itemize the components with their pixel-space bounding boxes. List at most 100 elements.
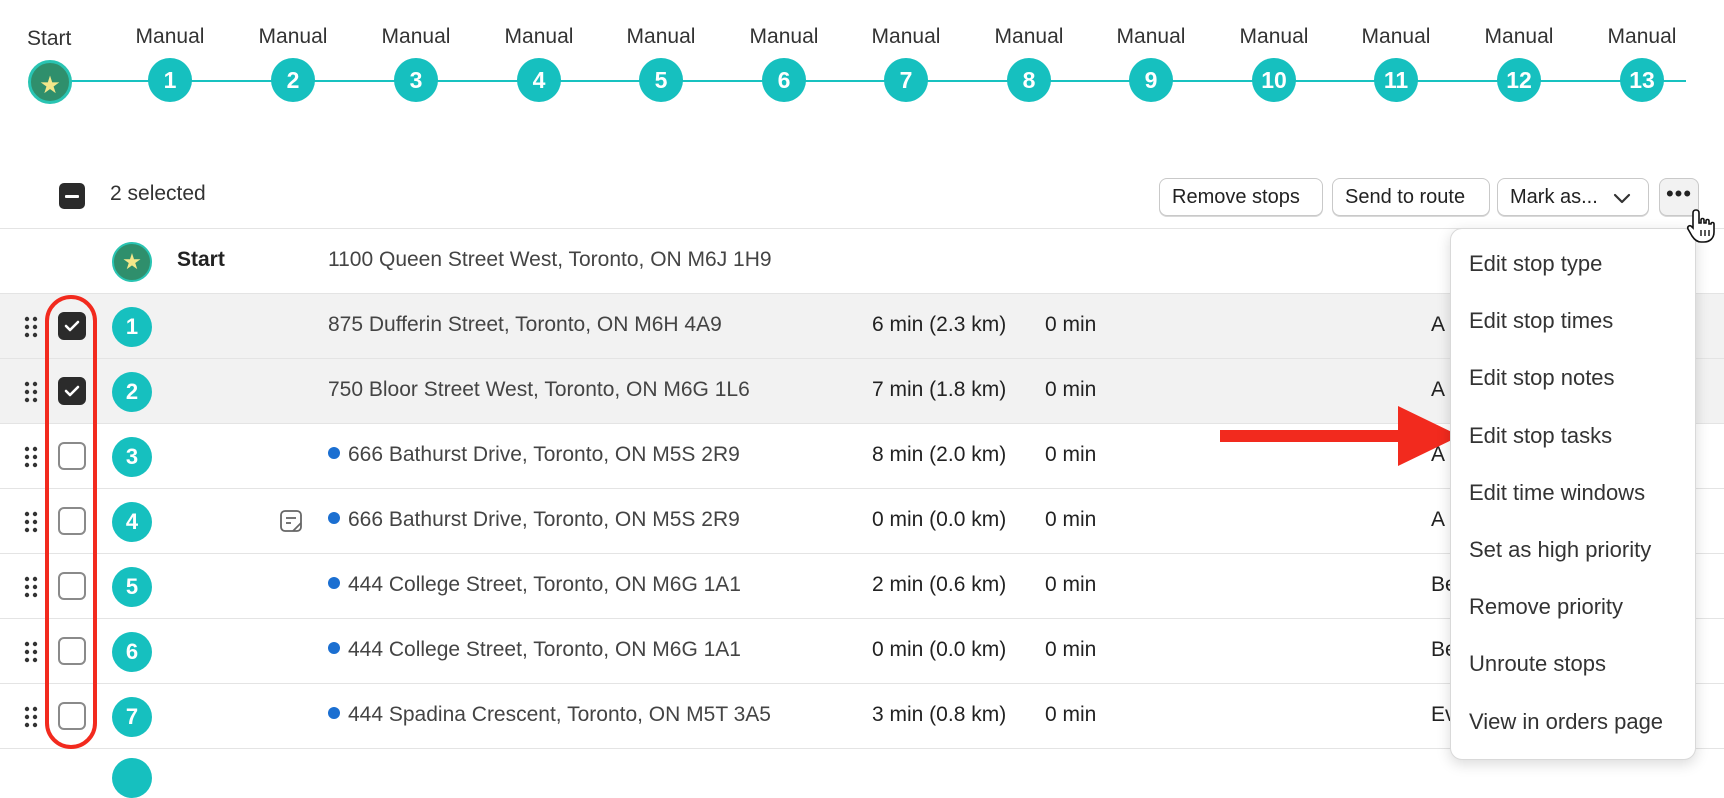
stop-dwell-time: 0 min [1045,313,1097,336]
stop-number-badge: 1 [112,307,152,347]
selected-count: 2 selected [110,182,206,205]
stop-number-badge: 5 [112,567,152,607]
timeline-route-9[interactable]: Manual 9 [1101,22,1201,102]
hand-cursor-icon [1686,209,1715,243]
stop-number-badge: 4 [112,502,152,542]
stop-number-badge: 3 [112,437,152,477]
timeline-route-1[interactable]: Manual 1 [120,22,220,102]
timeline-route-4[interactable]: Manual 4 [489,22,589,102]
annotation-arrow-icon [1220,406,1460,466]
stop-address-text: 750 Bloor Street West, Toronto, ON M6G 1… [328,378,750,401]
stop-dwell-time: 0 min [1045,443,1097,466]
drag-handle-icon[interactable] [24,316,38,338]
stop-address: 666 Bathurst Drive, Toronto, ON M5S 2R9 [328,443,740,467]
stop-dwell-time: 0 min [1045,508,1097,531]
star-icon: ★ [39,72,61,99]
timeline-route-13[interactable]: Manual 13 [1592,22,1692,102]
more-actions-menu: Edit stop type Edit stop times Edit stop n… [1450,228,1696,760]
route-number: 6 [762,58,806,102]
chevron-down-icon [1614,193,1631,203]
status-dot-icon [328,577,340,590]
stop-address: 444 College Street, Toronto, ON M6G 1A1 [328,573,741,597]
route-label: Manual [258,25,328,48]
star-icon: ★ [122,249,142,274]
timeline-route-6[interactable]: Manual 6 [734,22,834,102]
stop-travel-time: 0 min (0.0 km) [872,638,1007,661]
menu-item[interactable]: Edit stop tasks [1469,423,1612,449]
stop-address-text: 666 Bathurst Drive, Toronto, ON M5S 2R9 [348,508,740,531]
stop-travel-time: 8 min (2.0 km) [872,443,1007,466]
stop-address-text: 666 Bathurst Drive, Toronto, ON M5S 2R9 [348,443,740,466]
stop-number-badge: 2 [112,372,152,412]
stop-address: 444 Spadina Crescent, Toronto, ON M5T 3A… [328,703,771,727]
drag-handle-icon[interactable] [24,576,38,598]
stop-number-badge: 6 [112,632,152,672]
route-number: 9 [1129,58,1173,102]
route-number: 2 [271,58,315,102]
remove-stops-button[interactable]: Remove stops [1159,178,1323,216]
stop-address-text: 875 Dufferin Street, Toronto, ON M6H 4A9 [328,313,722,336]
route-label: Manual [1239,25,1309,48]
route-number: 5 [639,58,683,102]
bulk-action-bar: 2 selected Remove stops Send to route Ma… [0,168,1724,228]
route-timeline: Start ★ Manual 1 Manual 2 Manual 3 Manual 4 … [0,0,1724,130]
timeline-start-dot[interactable]: ★ [28,60,72,104]
drag-handle-icon[interactable] [24,641,38,663]
timeline-route-5[interactable]: Manual 5 [611,22,711,102]
mark-as-button[interactable]: Mark as... [1497,178,1649,216]
status-dot-icon [328,447,340,460]
menu-item[interactable]: Edit stop times [1469,308,1613,334]
stop-dwell-time: 0 min [1045,638,1097,661]
route-label: Manual [504,25,574,48]
menu-item[interactable]: Edit time windows [1469,480,1645,506]
note-icon[interactable] [279,509,303,533]
route-label: Manual [1484,25,1554,48]
timeline-route-10[interactable]: Manual 10 [1224,22,1324,102]
stop-travel-time: 2 min (0.6 km) [872,573,1007,596]
drag-handle-icon[interactable] [24,446,38,468]
stop-address-text: 444 College Street, Toronto, ON M6G 1A1 [348,638,741,661]
timeline-route-8[interactable]: Manual 8 [979,22,1079,102]
select-all-checkbox[interactable] [59,183,85,209]
stop-travel-time: 3 min (0.8 km) [872,703,1007,726]
drag-handle-icon[interactable] [24,381,38,403]
route-label: Manual [135,25,205,48]
stop-address-text: 444 Spadina Crescent, Toronto, ON M5T 3A… [348,703,771,726]
timeline-route-2[interactable]: Manual 2 [243,22,343,102]
drag-handle-icon[interactable] [24,511,38,533]
timeline-start-label: Start [27,27,72,50]
timeline-route-3[interactable]: Manual 3 [366,22,466,102]
menu-item[interactable]: Remove priority [1469,594,1623,620]
drag-handle-icon[interactable] [24,706,38,728]
stop-dwell-time: 0 min [1045,573,1097,596]
stop-address: 666 Bathurst Drive, Toronto, ON M5S 2R9 [328,508,740,532]
timeline-route-12[interactable]: Manual 12 [1469,22,1569,102]
menu-item[interactable]: Edit stop notes [1469,365,1615,391]
route-label: Manual [749,25,819,48]
start-label: Start [177,248,225,271]
menu-item[interactable]: Unroute stops [1469,651,1606,677]
stop-travel-time: 0 min (0.0 km) [872,508,1007,531]
stop-number-badge: 7 [112,697,152,737]
status-dot-icon [328,707,340,720]
route-label: Manual [381,25,451,48]
send-to-route-button[interactable]: Send to route [1332,178,1490,216]
start-address: 1100 Queen Street West, Toronto, ON M6J … [328,248,772,271]
annotation-outline [45,295,97,749]
timeline-route-7[interactable]: Manual 7 [856,22,956,102]
route-number: 8 [1007,58,1051,102]
stop-truncated-column: A [1431,313,1446,336]
stop-address: 750 Bloor Street West, Toronto, ON M6G 1… [328,378,750,402]
stop-address: 875 Dufferin Street, Toronto, ON M6H 4A9 [328,313,722,337]
menu-item[interactable]: Set as high priority [1469,537,1651,563]
route-label: Manual [994,25,1064,48]
menu-item[interactable]: View in orders page [1469,709,1663,735]
route-label: Manual [1607,25,1677,48]
route-number: 4 [517,58,561,102]
timeline-route-11[interactable]: Manual 11 [1346,22,1446,102]
stop-number-badge-partial [112,758,152,798]
menu-item[interactable]: Edit stop type [1469,251,1602,277]
route-label: Manual [1361,25,1431,48]
status-dot-icon [328,642,340,655]
route-number: 10 [1252,58,1296,102]
